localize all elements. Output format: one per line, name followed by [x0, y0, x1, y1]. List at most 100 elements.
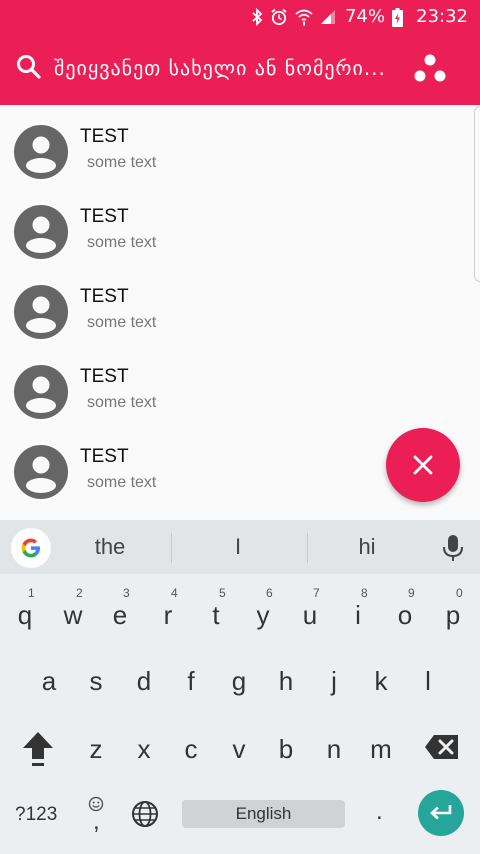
suggestion-1[interactable]: the: [70, 534, 150, 560]
key-r[interactable]: 4r: [145, 586, 191, 640]
microphone-icon[interactable]: [442, 534, 464, 562]
contact-name: TEST: [80, 126, 129, 147]
avatar-icon: [14, 125, 68, 179]
shift-key[interactable]: [20, 730, 56, 768]
key-i[interactable]: 8i: [335, 586, 381, 640]
key-label: t: [212, 600, 220, 630]
contact-name: TEST: [80, 286, 129, 307]
key-number-hint: 7: [313, 586, 320, 600]
key-l[interactable]: l: [405, 652, 451, 706]
language-key[interactable]: [131, 800, 159, 828]
contact-subtitle: some text: [87, 154, 157, 171]
suggestion-bar: the I hi: [0, 520, 480, 574]
key-o[interactable]: 9o: [382, 586, 428, 640]
key-d[interactable]: d: [121, 652, 167, 706]
key-m[interactable]: m: [358, 720, 404, 774]
list-item[interactable]: TEST some text: [0, 105, 480, 185]
list-item[interactable]: TEST some text: [0, 345, 480, 425]
contact-subtitle: some text: [87, 234, 157, 251]
suggestion-2[interactable]: I: [198, 534, 278, 560]
period-key[interactable]: .: [376, 798, 383, 826]
key-number-hint: 8: [361, 586, 368, 600]
contact-subtitle: some text: [87, 394, 157, 411]
key-u[interactable]: 7u: [287, 586, 333, 640]
bluetooth-icon: [251, 8, 263, 26]
key-label: s: [89, 666, 103, 696]
status-icons: 74% 23:32: [251, 6, 468, 28]
key-label: l: [425, 666, 431, 696]
key-a[interactable]: a: [26, 652, 72, 706]
enter-key[interactable]: [418, 790, 464, 836]
search-icon[interactable]: [16, 54, 42, 80]
backspace-key[interactable]: [424, 734, 460, 760]
search-bar[interactable]: შეიყვანეთ სახელი ან ნომერი...: [0, 34, 480, 105]
key-s[interactable]: s: [73, 652, 119, 706]
key-n[interactable]: n: [311, 720, 357, 774]
key-z[interactable]: z: [73, 720, 119, 774]
key-h[interactable]: h: [263, 652, 309, 706]
key-b[interactable]: b: [263, 720, 309, 774]
key-f[interactable]: f: [168, 652, 214, 706]
key-number-hint: 3: [123, 586, 130, 600]
key-label: q: [17, 600, 33, 630]
list-item[interactable]: TEST some text: [0, 185, 480, 265]
keyboard: the I hi 1q 2w 3e 4r 5t 6y 7u 8i 9o 0p a…: [0, 520, 480, 854]
signal-icon: [320, 9, 336, 25]
key-label: o: [397, 600, 413, 630]
alarm-icon: [270, 8, 288, 26]
key-label: v: [232, 734, 246, 764]
contact-subtitle: some text: [87, 314, 157, 331]
key-label: h: [278, 666, 294, 696]
close-fab-button[interactable]: [386, 428, 460, 502]
key-number-hint: 2: [76, 586, 83, 600]
key-label: j: [331, 666, 337, 696]
emoji-key[interactable]: ,: [86, 796, 106, 835]
comma-label: ,: [93, 808, 100, 835]
key-label: x: [137, 734, 151, 764]
key-e[interactable]: 3e: [97, 586, 143, 640]
wifi-icon: [295, 8, 313, 26]
google-icon[interactable]: [11, 528, 51, 568]
key-k[interactable]: k: [358, 652, 404, 706]
key-g[interactable]: g: [216, 652, 262, 706]
key-v[interactable]: v: [216, 720, 262, 774]
key-label: i: [355, 600, 361, 630]
key-c[interactable]: c: [168, 720, 214, 774]
key-label: m: [370, 734, 392, 764]
edge-panel-handle[interactable]: [474, 106, 480, 282]
search-input[interactable]: შეიყვანეთ სახელი ან ნომერი...: [54, 56, 386, 80]
clock: 23:32: [416, 6, 468, 27]
key-x[interactable]: x: [121, 720, 167, 774]
app-bar: 74% 23:32 შეიყვანეთ სახელი ან ნომერი...: [0, 0, 480, 105]
key-q[interactable]: 1q: [2, 586, 48, 640]
three-dots-icon[interactable]: [410, 52, 450, 86]
key-j[interactable]: j: [311, 652, 357, 706]
key-number-hint: 6: [266, 586, 273, 600]
key-label: e: [112, 600, 128, 630]
key-w[interactable]: 2w: [50, 586, 96, 640]
backspace-icon: [425, 735, 458, 759]
key-number-hint: 0: [456, 586, 463, 600]
suggestion-3[interactable]: hi: [327, 534, 407, 560]
key-label: u: [302, 600, 318, 630]
key-label: n: [326, 734, 342, 764]
key-t[interactable]: 5t: [193, 586, 239, 640]
list-item[interactable]: TEST some text: [0, 265, 480, 345]
key-p[interactable]: 0p: [430, 586, 476, 640]
contact-subtitle: some text: [87, 474, 157, 491]
key-label: f: [187, 666, 195, 696]
key-y[interactable]: 6y: [240, 586, 286, 640]
space-key[interactable]: English: [182, 800, 345, 828]
key-label: r: [163, 600, 173, 630]
globe-icon: [132, 801, 158, 827]
key-label: g: [231, 666, 247, 696]
key-label: b: [278, 734, 294, 764]
battery-charging-icon: [392, 7, 404, 27]
suggestion-divider: [171, 533, 172, 563]
key-label: z: [89, 734, 103, 764]
symbols-key[interactable]: ?123: [15, 804, 57, 826]
shift-icon: [23, 732, 53, 766]
key-number-hint: 1: [28, 586, 35, 600]
contact-name: TEST: [80, 446, 129, 467]
key-number-hint: 9: [408, 586, 415, 600]
